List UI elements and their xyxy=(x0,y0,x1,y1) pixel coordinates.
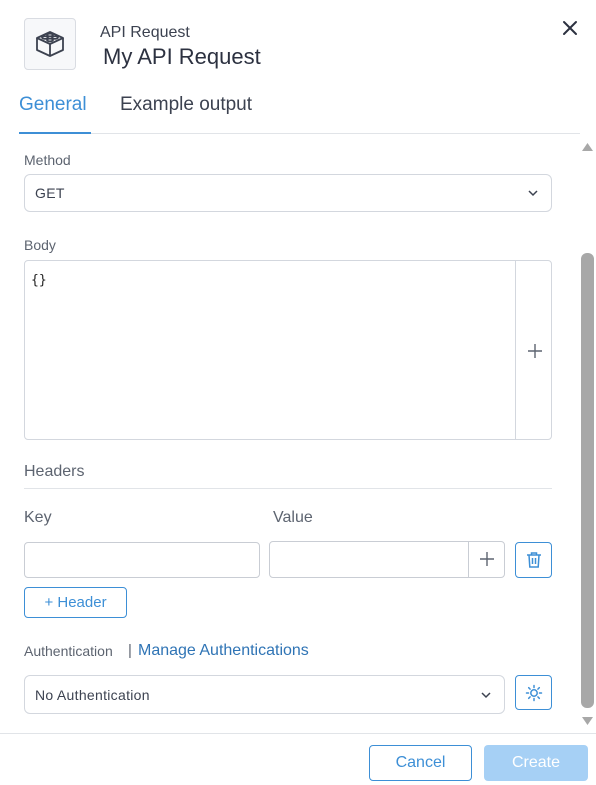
scroll-down-arrow-icon[interactable] xyxy=(581,716,594,726)
authentication-value: No Authentication xyxy=(35,686,150,703)
headers-divider xyxy=(24,488,552,489)
body-label: Body xyxy=(24,237,56,253)
header-value-input[interactable] xyxy=(269,541,505,578)
authentication-settings-button[interactable] xyxy=(515,675,552,710)
body-editor[interactable]: {} xyxy=(24,260,552,440)
manage-authentications-link[interactable]: Manage Authentications xyxy=(138,642,309,660)
cancel-button[interactable]: Cancel xyxy=(369,745,472,781)
body-text: {} xyxy=(31,273,47,288)
chevron-down-icon xyxy=(481,691,491,698)
dialog-title: My API Request xyxy=(103,44,261,69)
add-variable-icon[interactable] xyxy=(478,550,496,568)
add-variable-icon[interactable] xyxy=(525,341,545,361)
tab-example-output[interactable]: Example output xyxy=(120,94,252,134)
authentication-label: Authentication xyxy=(24,643,113,659)
create-button[interactable]: Create xyxy=(484,745,588,781)
api-request-icon xyxy=(24,18,76,70)
method-value: GET xyxy=(35,185,65,201)
authentication-select[interactable]: No Authentication xyxy=(24,675,505,714)
close-button[interactable] xyxy=(558,16,582,40)
value-label: Value xyxy=(273,509,313,526)
method-label: Method xyxy=(24,152,71,168)
chevron-down-icon xyxy=(528,190,538,197)
header-key-input[interactable] xyxy=(24,542,260,578)
footer-divider xyxy=(0,733,596,734)
trash-icon xyxy=(526,552,541,568)
value-field-divider xyxy=(468,542,469,577)
tab-bar: General Example output xyxy=(19,94,580,134)
authentication-separator: | xyxy=(128,642,132,659)
headers-title: Headers xyxy=(24,463,85,480)
body-divider xyxy=(515,261,516,439)
tab-general[interactable]: General xyxy=(19,94,91,134)
dialog-subtitle: API Request xyxy=(100,24,190,41)
scroll-up-arrow-icon[interactable] xyxy=(581,142,594,152)
dialog-header: API Request My API Request xyxy=(0,0,596,90)
scrollbar-thumb[interactable] xyxy=(581,253,594,708)
key-label: Key xyxy=(24,509,52,526)
close-icon xyxy=(563,21,577,35)
method-select[interactable]: GET xyxy=(24,174,552,212)
sun-icon xyxy=(525,684,542,701)
add-header-button[interactable]: + Header xyxy=(24,587,127,618)
delete-header-button[interactable] xyxy=(515,542,552,578)
